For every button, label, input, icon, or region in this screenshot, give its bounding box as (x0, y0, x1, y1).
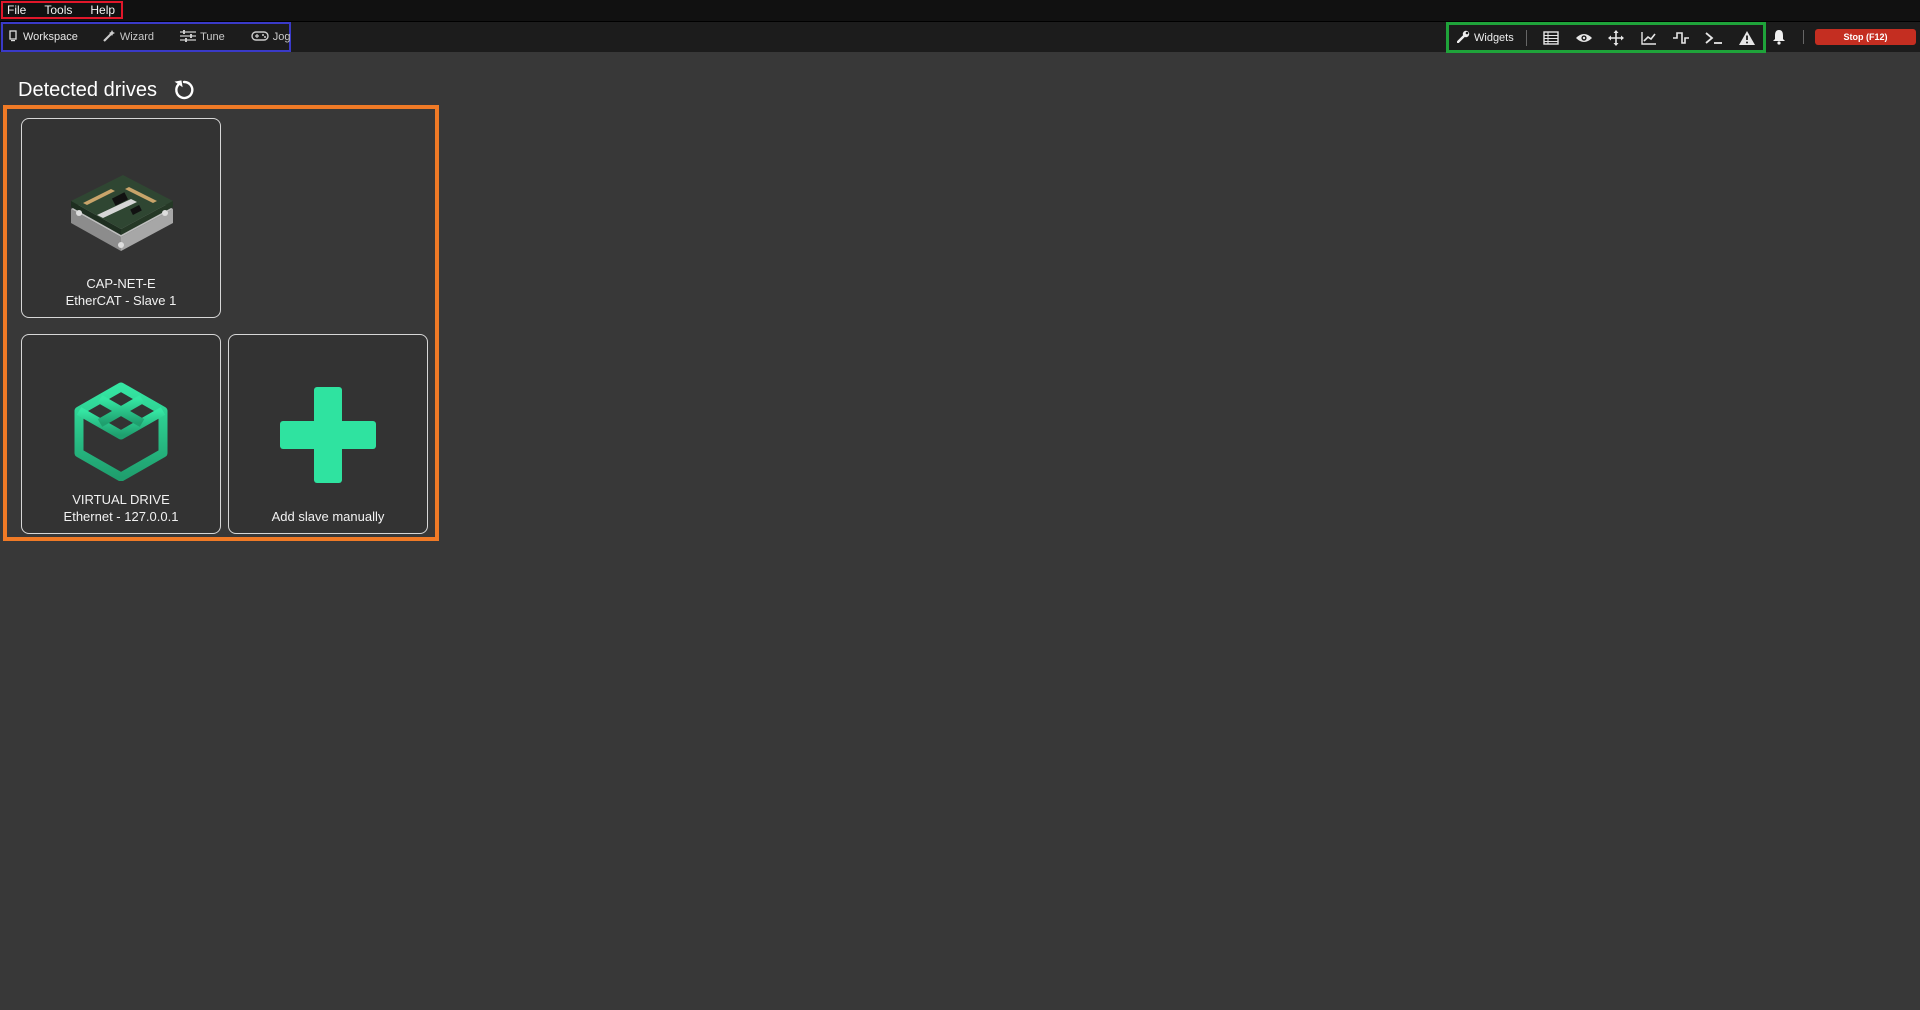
tab-workspace-label: Workspace (23, 31, 78, 43)
divider (1803, 30, 1804, 44)
tab-wizard-label: Wizard (119, 31, 155, 43)
drive-card[interactable]: CAP-NET-E EtherCAT - Slave 1 (21, 118, 221, 318)
tab-wizard[interactable]: Wizard (96, 26, 160, 48)
add-slave-text: Add slave manually (271, 509, 385, 524)
virtual-drive-cube-icon (22, 381, 220, 481)
tab-jog[interactable]: Jog (245, 26, 297, 48)
widgets-label: Widgets (1474, 31, 1514, 44)
sliders-icon (180, 29, 200, 45)
notifications-bell-icon[interactable] (1768, 26, 1790, 48)
monitor-icon (9, 29, 23, 45)
menu-file[interactable]: File (7, 3, 26, 17)
tab-workspace[interactable]: Workspace (3, 26, 84, 48)
refresh-icon[interactable] (171, 77, 197, 103)
widgets-toolbar: Widgets (1446, 22, 1766, 53)
tab-tune[interactable]: Tune (174, 26, 231, 48)
magic-wand-icon (102, 29, 120, 46)
page-title: Detected drives (18, 78, 157, 101)
eye-icon[interactable] (1567, 26, 1600, 50)
register-table-icon[interactable] (1535, 26, 1568, 50)
warning-icon[interactable] (1730, 26, 1763, 50)
section-header: Detected drives (18, 77, 197, 103)
drive-card-label: VIRTUAL DRIVE Ethernet - 127.0.0.1 (22, 491, 220, 525)
drive-name: VIRTUAL DRIVE (72, 492, 170, 507)
plus-icon (229, 385, 427, 485)
navigation-tabs: Workspace Wizard Tune Jog (1, 22, 291, 52)
add-slave-label: Add slave manually (229, 508, 427, 525)
drive-card[interactable]: VIRTUAL DRIVE Ethernet - 127.0.0.1 (21, 334, 221, 534)
drive-board-image (22, 161, 220, 261)
menu-bar: File Tools Help (0, 0, 1920, 22)
terminal-icon[interactable] (1698, 26, 1731, 50)
toolbar: Workspace Wizard Tune Jog Widgets Stop (… (0, 22, 1920, 53)
drive-connection: EtherCAT - Slave 1 (65, 293, 177, 308)
divider (1525, 29, 1527, 46)
drive-name: CAP-NET-E (86, 276, 156, 291)
menu-help[interactable]: Help (90, 3, 115, 17)
drive-connection: Ethernet - 127.0.0.1 (63, 509, 179, 524)
detected-drives-grid: CAP-NET-E EtherCAT - Slave 1 VIRTUAL DRI… (3, 105, 439, 541)
move-arrows-icon[interactable] (1600, 26, 1633, 50)
menu-group: File Tools Help (1, 1, 124, 19)
stop-button[interactable]: Stop (F12) (1815, 29, 1916, 45)
signal-step-icon[interactable] (1665, 26, 1698, 50)
chart-line-icon[interactable] (1633, 26, 1666, 50)
wrench-icon (1456, 30, 1474, 46)
gamepad-icon (251, 30, 273, 45)
drive-card-label: CAP-NET-E EtherCAT - Slave 1 (22, 275, 220, 309)
widgets-button[interactable]: Widgets (1453, 30, 1518, 46)
tab-jog-label: Jog (272, 31, 291, 43)
tab-tune-label: Tune (200, 31, 225, 43)
menu-tools[interactable]: Tools (44, 3, 72, 17)
add-slave-card[interactable]: Add slave manually (228, 334, 428, 534)
